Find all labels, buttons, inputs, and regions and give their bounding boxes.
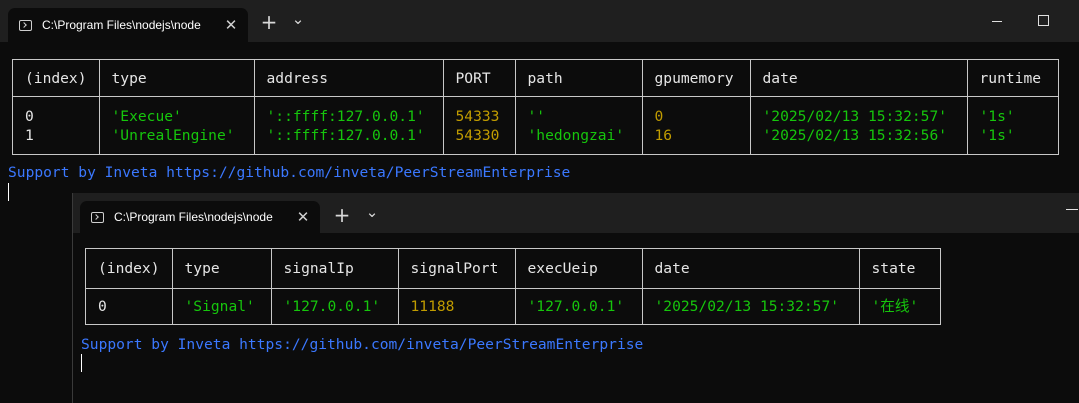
minimize-icon[interactable] xyxy=(1066,209,1078,211)
type-cell: 'Execue' 'UnrealEngine' xyxy=(98,96,255,155)
date-cell: '2025/02/13 15:32:57' '2025/02/13 15:32:5… xyxy=(749,96,968,155)
terminal-icon xyxy=(91,211,104,223)
column-header: state xyxy=(858,248,941,289)
column-header: execUeip xyxy=(514,248,643,289)
support-link-text: Support by Inveta https://github.com/inv… xyxy=(81,336,644,353)
minimize-icon[interactable] xyxy=(988,16,1006,22)
column-header: gpumemory xyxy=(641,59,751,97)
text-cursor xyxy=(8,183,9,201)
plus-icon[interactable]: + xyxy=(258,10,280,34)
column-header: path xyxy=(514,59,643,97)
table-body: 01 'Execue' 'UnrealEngine' '::ffff:127.0.… xyxy=(12,96,1059,155)
tab-title: C:\Program Files\nodejs\node xyxy=(114,210,273,224)
plus-icon[interactable]: + xyxy=(331,203,353,227)
table-row: 0 'Signal' '127.0.0.1' 11188 '127.0.0.1'… xyxy=(85,288,941,325)
tab-title: C:\Program Files\nodejs\node xyxy=(42,18,201,32)
signal-port-cell: 11188 xyxy=(397,288,516,325)
column-header: address xyxy=(253,59,444,97)
terminal-window-2: C:\Program Files\nodejs\node ✕ + ⌄ (inde… xyxy=(72,193,1079,403)
tab-node[interactable]: C:\Program Files\nodejs\node ✕ xyxy=(8,8,248,42)
signal-table: (index) type signalIp signalPort execUei… xyxy=(85,248,941,325)
close-icon[interactable]: ✕ xyxy=(214,16,248,34)
support-link-text: Support by Inveta https://github.com/inv… xyxy=(8,164,571,181)
text-cursor xyxy=(81,354,82,372)
table-header-row: (index) type signalIp signalPort execUei… xyxy=(85,248,941,289)
process-table: (index) type address PORT path gpumemory… xyxy=(12,59,1059,155)
gpumemory-cell: 0 16 xyxy=(641,96,751,155)
column-header: date xyxy=(749,59,968,97)
date-cell: '2025/02/13 15:32:57' xyxy=(641,288,860,325)
column-header: (index) xyxy=(12,59,100,97)
terminal-icon xyxy=(19,19,32,31)
index-cell: 01 xyxy=(12,96,100,155)
table-header-row: (index) type address PORT path gpumemory… xyxy=(12,59,1059,97)
maximize-icon[interactable] xyxy=(1038,15,1049,26)
runtime-cell: '1s' '1s' xyxy=(966,96,1059,155)
column-header: signalIp xyxy=(270,248,399,289)
column-header: runtime xyxy=(966,59,1059,97)
port-cell: 54333 54330 xyxy=(442,96,516,155)
column-header: signalPort xyxy=(397,248,516,289)
path-cell: '''hedongzai' xyxy=(514,96,643,155)
tab-node[interactable]: C:\Program Files\nodejs\node ✕ xyxy=(80,201,320,233)
window-border xyxy=(72,193,73,403)
chevron-down-icon[interactable]: ⌄ xyxy=(361,202,383,226)
address-cell: '::ffff:127.0.0.1' '::ffff:127.0.0.1' xyxy=(253,96,444,155)
column-header: (index) xyxy=(85,248,173,289)
column-header: type xyxy=(171,248,272,289)
column-header: PORT xyxy=(442,59,516,97)
chevron-down-icon[interactable]: ⌄ xyxy=(287,9,309,33)
state-cell: '在线' xyxy=(858,288,941,325)
column-header: date xyxy=(641,248,860,289)
column-header: type xyxy=(98,59,255,97)
type-cell: 'Signal' xyxy=(171,288,272,325)
index-cell: 0 xyxy=(85,288,173,325)
close-icon[interactable]: ✕ xyxy=(286,208,320,226)
exec-ueip-cell: '127.0.0.1' xyxy=(514,288,643,325)
signal-ip-cell: '127.0.0.1' xyxy=(270,288,399,325)
